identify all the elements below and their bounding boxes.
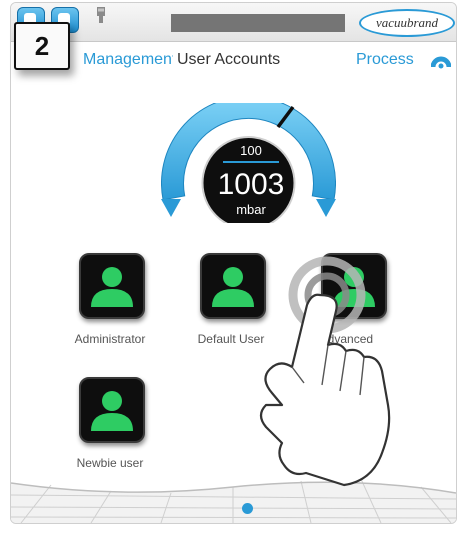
user-icon	[91, 391, 133, 431]
gauge-setpoint: 100	[240, 143, 262, 158]
vacuubrand-logo: vacuubrand	[359, 9, 455, 37]
gauge-pressure-value: 1003	[217, 168, 285, 201]
step-number-badge: 2	[14, 22, 70, 70]
user-label-administrator: Administrator	[74, 332, 146, 346]
user-tile-newbie-user[interactable]	[79, 377, 145, 443]
nav-management-link[interactable]: Management	[83, 51, 173, 69]
page-indicator-dot[interactable]	[242, 503, 253, 514]
user-tile-administrator[interactable]	[79, 253, 145, 319]
gauge-separator	[223, 161, 279, 163]
gauge-unit: mbar	[236, 202, 266, 217]
title-bar-box	[171, 14, 345, 32]
process-arc-icon[interactable]	[431, 53, 451, 69]
top-bar: vacuubrand	[11, 3, 456, 42]
nav-process-link[interactable]: Process	[356, 51, 414, 69]
user-icon	[91, 267, 133, 307]
navigation-bar: Management User Accounts Process	[11, 41, 456, 77]
network-icon	[97, 7, 105, 23]
tap-hand-icon	[259, 256, 391, 487]
page-title: User Accounts	[177, 51, 281, 68]
